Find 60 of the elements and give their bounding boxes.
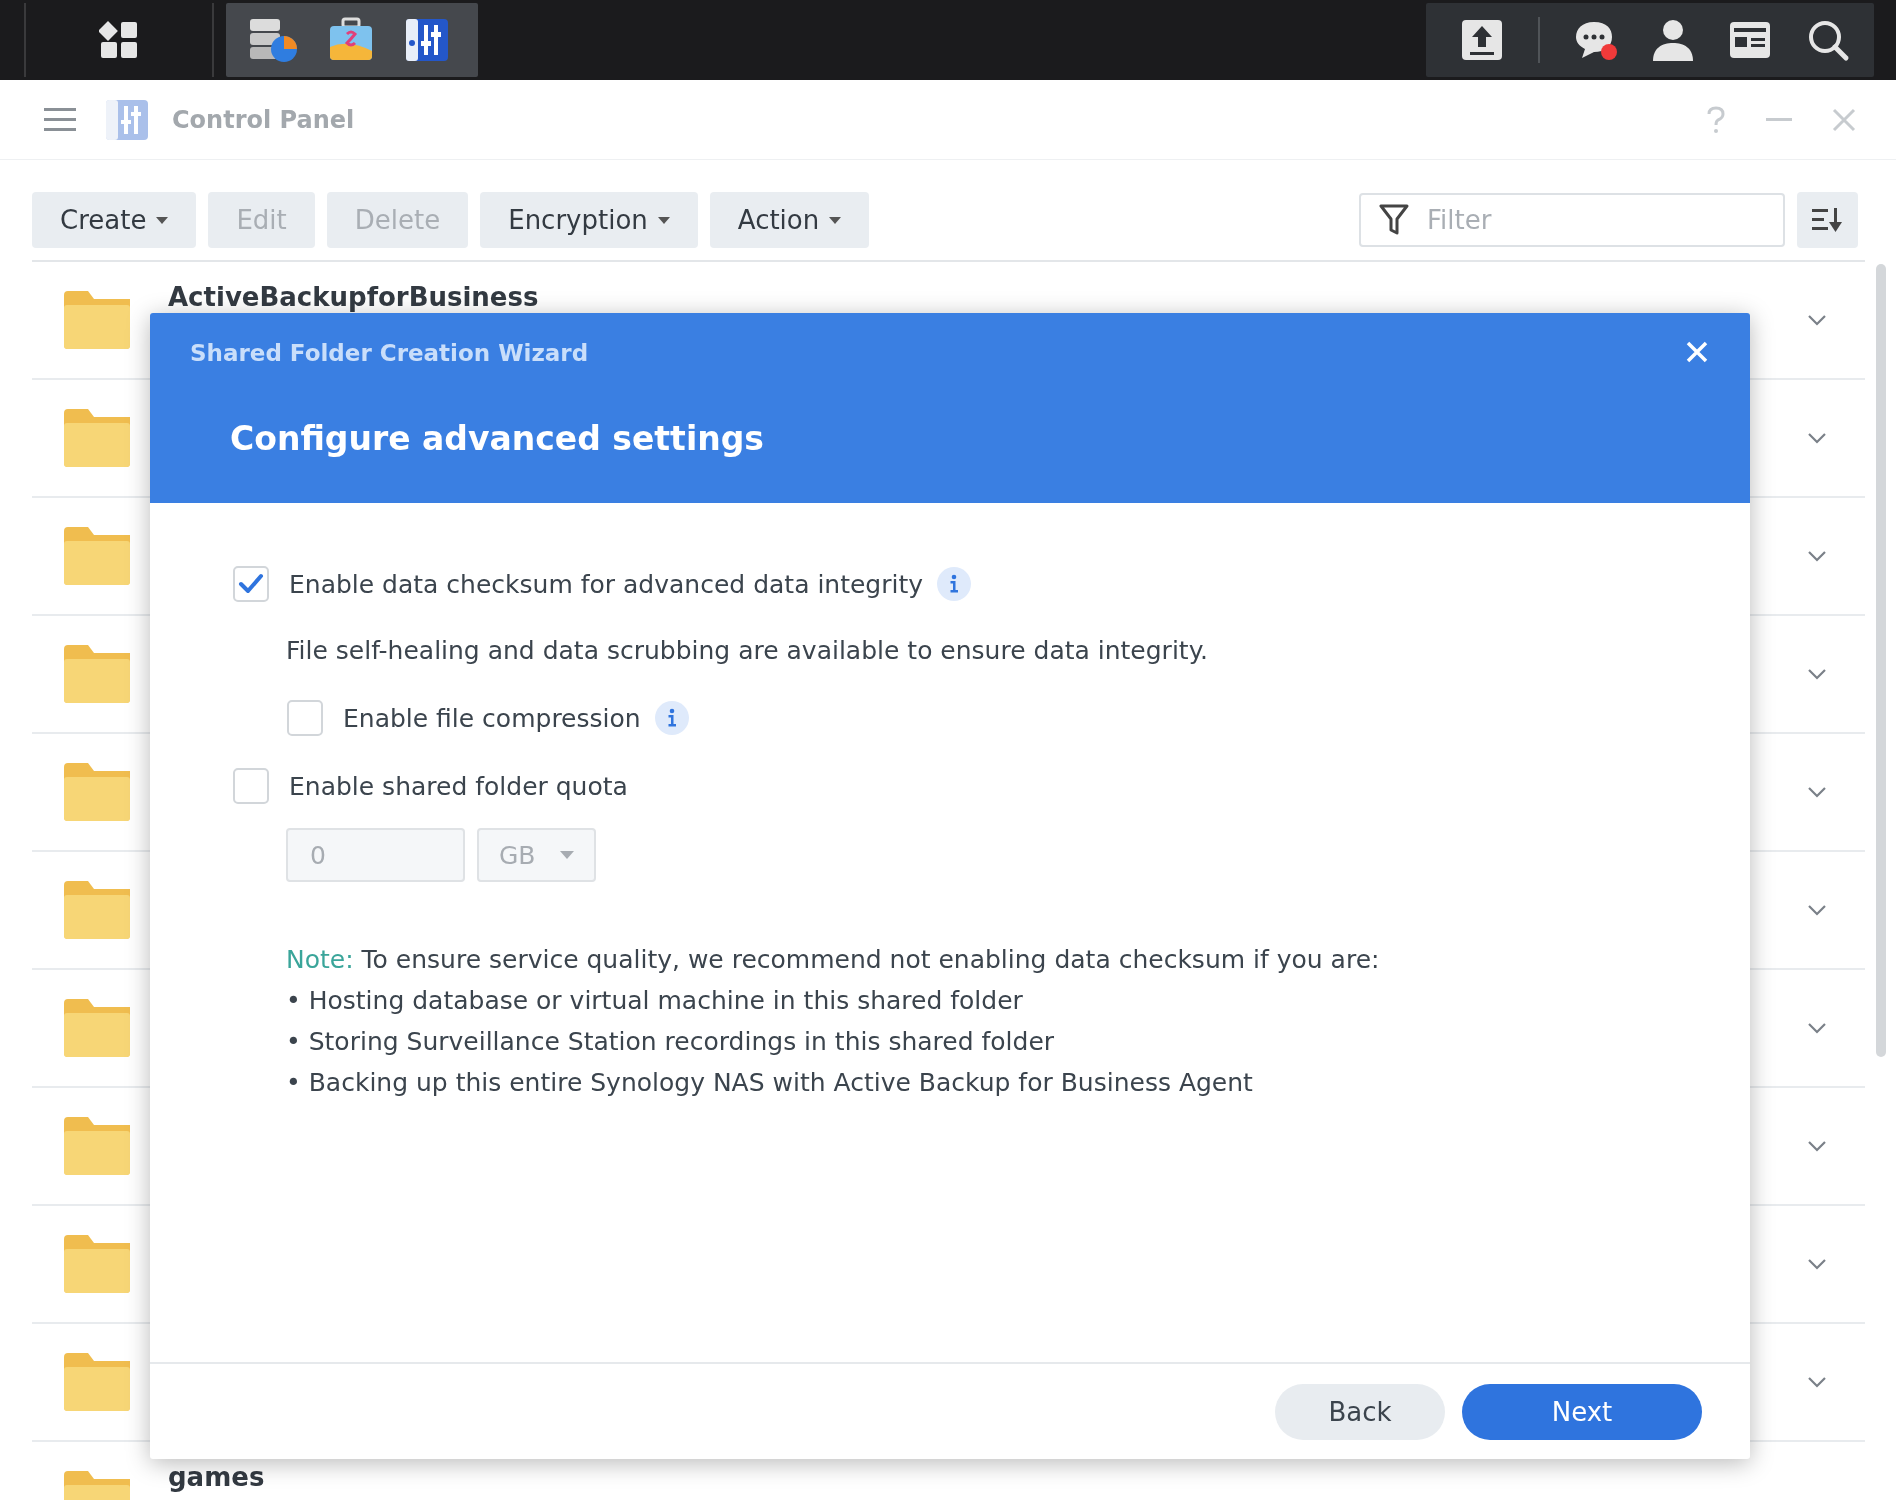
next-button[interactable]: Next — [1462, 1383, 1702, 1440]
toolbar-button[interactable]: Action — [709, 192, 870, 248]
toolbar-button[interactable]: Encryption — [480, 192, 698, 248]
folder-icon — [64, 881, 130, 939]
folder-icon — [64, 527, 130, 585]
folder-icon — [64, 409, 130, 467]
storage-chart-icon[interactable] — [248, 17, 298, 63]
chevron-icon[interactable] — [1807, 904, 1827, 916]
wizard-name: Shared Folder Creation Wizard — [190, 340, 589, 366]
info-icon[interactable] — [937, 567, 972, 601]
chevron-icon[interactable] — [1807, 1022, 1827, 1034]
chevron-icon[interactable] — [1807, 550, 1827, 562]
checkbox-label: Enable data checksum for advanced data integrity — [289, 569, 924, 599]
dashboard-icon[interactable] — [99, 20, 139, 60]
user-icon[interactable] — [1652, 18, 1694, 62]
dialog-title: Configure advanced settings — [230, 419, 764, 458]
chevron-icon[interactable] — [1807, 314, 1827, 326]
chevron-icon[interactable] — [1807, 668, 1827, 680]
folder-icon — [64, 291, 130, 349]
sort-button[interactable] — [1797, 192, 1858, 248]
chevron-icon[interactable] — [1807, 1376, 1827, 1388]
briefcase-icon[interactable] — [328, 17, 374, 63]
chevron-icon[interactable] — [1807, 786, 1827, 798]
search-icon[interactable] — [1806, 18, 1850, 62]
chevron-icon[interactable] — [1807, 1258, 1827, 1270]
control-panel-icon — [104, 97, 150, 142]
bullet-item: • Storing Surveillance Station recordings in this shared folder — [286, 1026, 1056, 1058]
chevron-icon[interactable] — [1807, 432, 1827, 444]
folder-icon — [64, 645, 130, 703]
chevron-icon[interactable] — [1807, 1140, 1827, 1152]
filter-icon — [1379, 204, 1409, 236]
control-panel-icon[interactable] — [404, 17, 450, 63]
widget-card-icon[interactable] — [1728, 20, 1772, 60]
folder-icon — [64, 1353, 130, 1411]
folder-name: ActiveBackupforBusiness — [168, 282, 539, 312]
checkbox[interactable] — [233, 566, 269, 602]
checkbox[interactable] — [287, 700, 323, 736]
folder-name: games — [168, 1462, 265, 1492]
sort-icon — [1811, 207, 1844, 233]
upload-icon[interactable] — [1460, 18, 1504, 62]
scrollbar[interactable] — [1876, 264, 1886, 1057]
menu-icon[interactable] — [44, 107, 76, 132]
folder-icon — [64, 999, 130, 1057]
checkbox-label: Enable file compression — [343, 703, 641, 733]
info-icon[interactable] — [654, 701, 689, 735]
caret-icon — [560, 851, 574, 859]
bullet-item: • Backing up this entire Synology NAS with Active Backup for Business Agent — [286, 1067, 1254, 1099]
checkmark-icon — [238, 573, 264, 595]
chat-icon[interactable] — [1574, 19, 1618, 61]
bullet-item: • Hosting database or virtual machine in this shared folder — [286, 985, 1024, 1017]
folder-icon — [64, 1117, 130, 1175]
filter-field[interactable]: Filter — [1359, 193, 1785, 247]
description-text: File self-healing and data scrubbing are available to ensure data integrity. — [286, 635, 1209, 667]
note-text: Note: To ensure service quality, we recommend not enabling data checksum if you are: — [286, 944, 1381, 976]
window-title: Control Panel — [172, 105, 355, 134]
checkbox-label: Enable shared folder quota — [289, 771, 628, 801]
folder-icon — [64, 1235, 130, 1293]
folder-icon — [64, 763, 130, 821]
toolbar-button[interactable]: Create — [32, 192, 197, 248]
back-button[interactable]: Back — [1275, 1383, 1445, 1440]
